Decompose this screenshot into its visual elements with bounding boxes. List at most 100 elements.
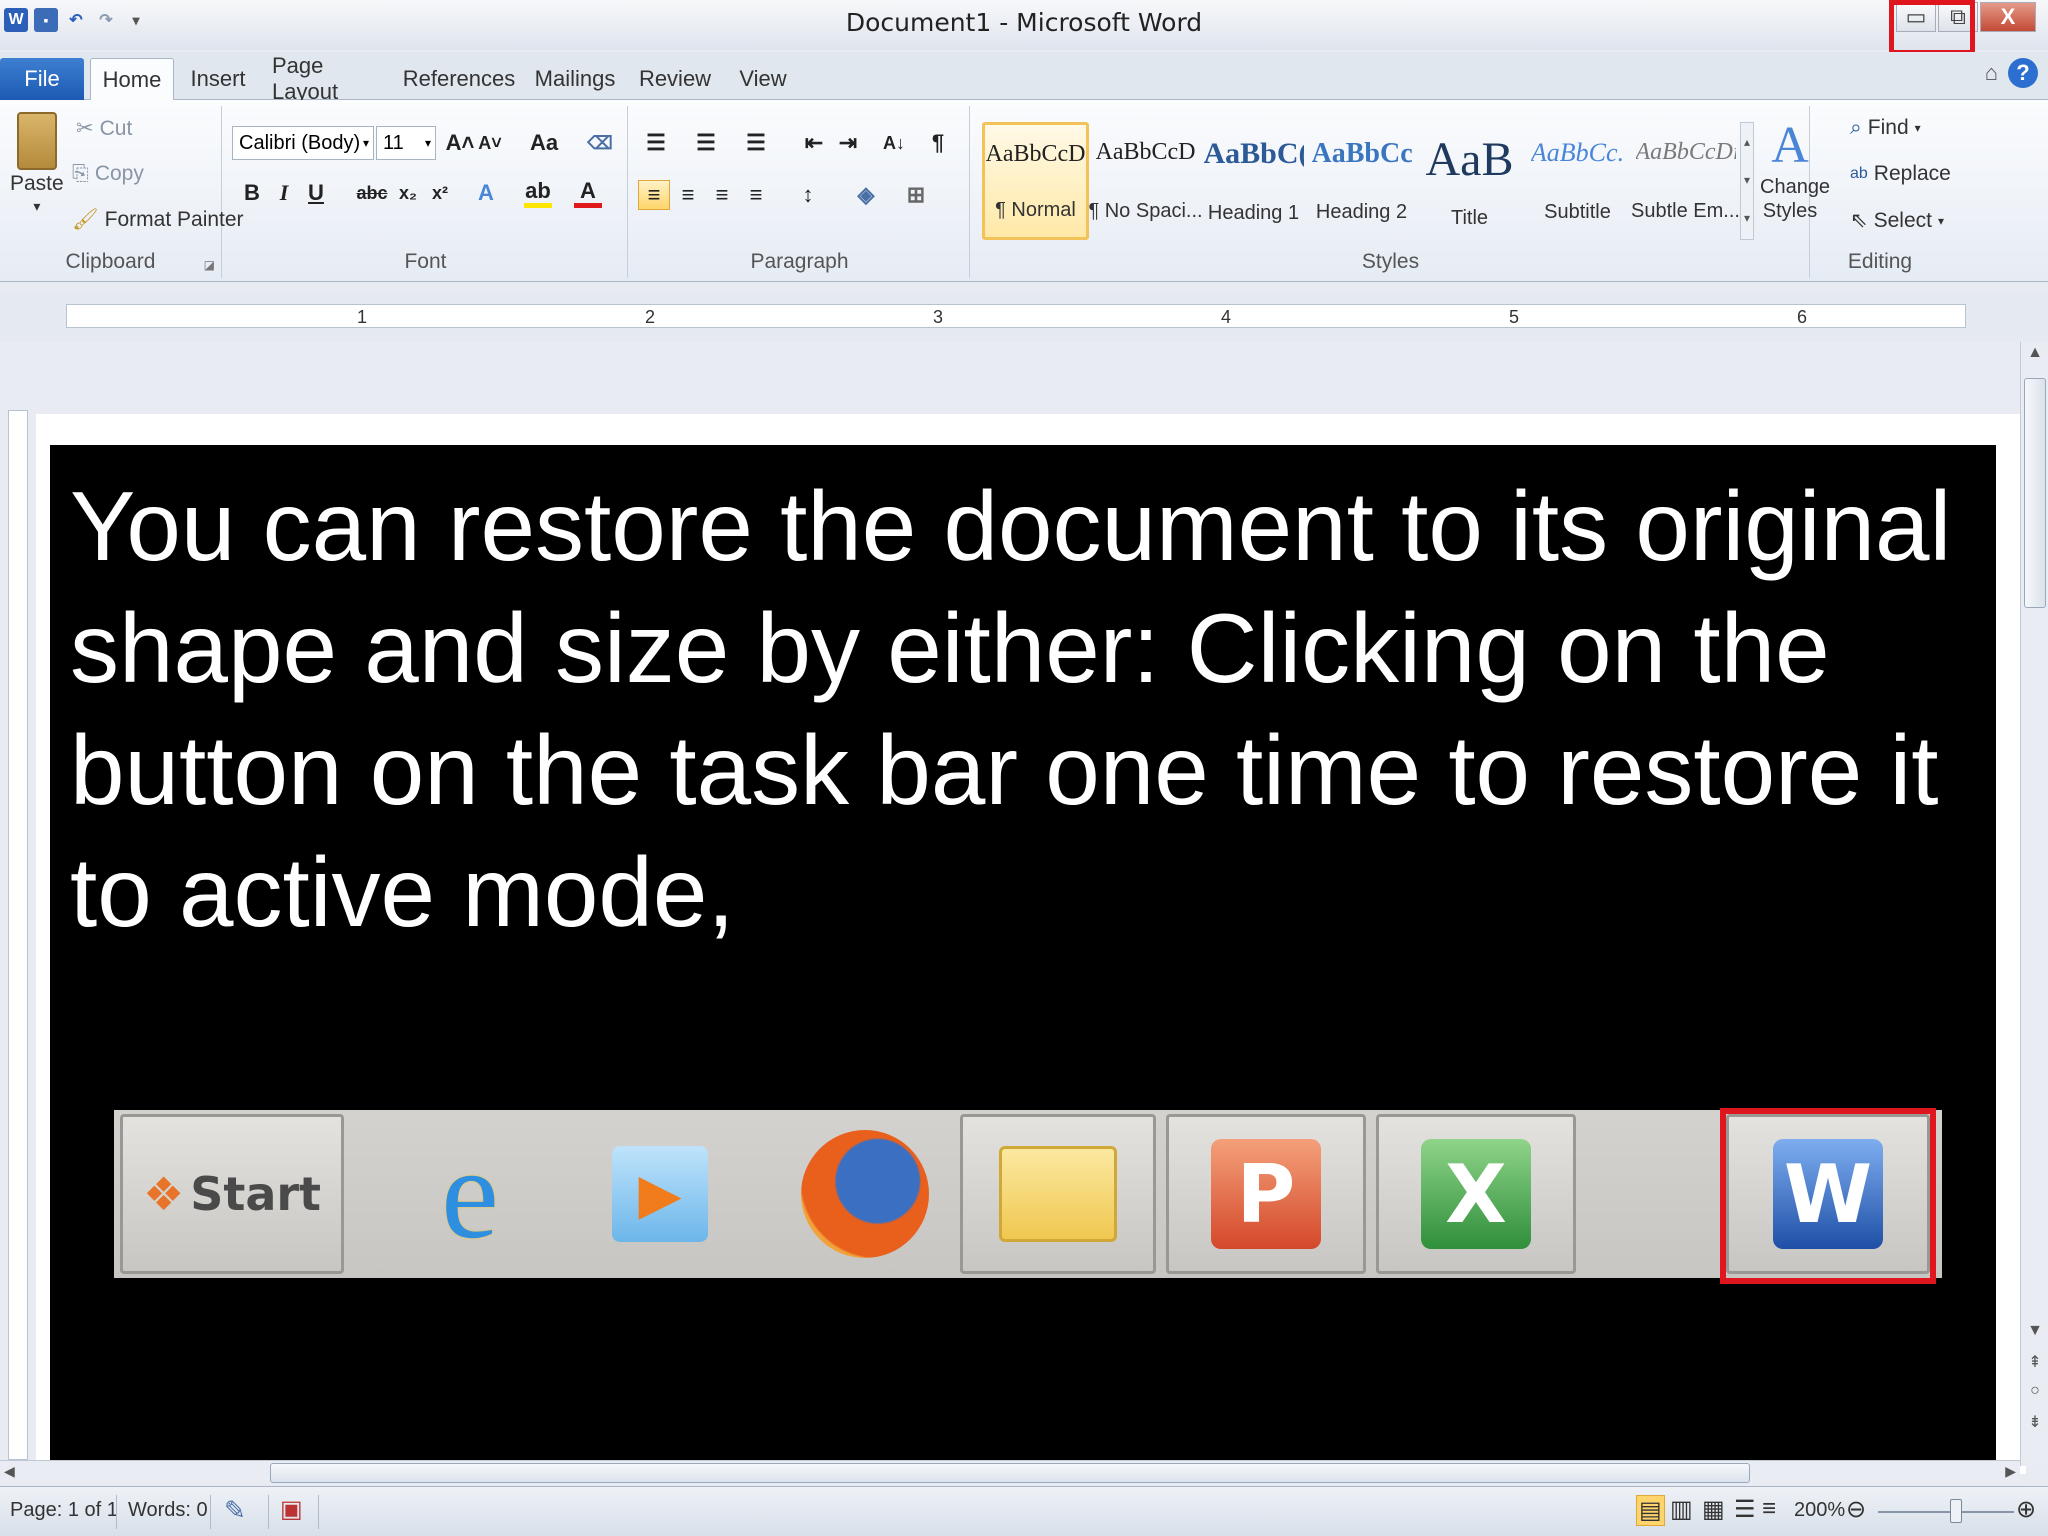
tab-file[interactable]: File — [0, 58, 84, 100]
restore-button-highlight — [1889, 0, 1975, 55]
taskbar-media-player[interactable]: ▶ — [590, 1114, 730, 1274]
close-button[interactable]: X — [1980, 2, 2036, 32]
help-icon[interactable]: ? — [2008, 58, 2038, 88]
justify-icon[interactable]: ≡ — [742, 180, 770, 210]
tab-mailings[interactable]: Mailings — [534, 58, 616, 100]
italic-icon[interactable]: I — [270, 178, 298, 208]
zoom-in-icon[interactable]: ⊕ — [2016, 1495, 2036, 1524]
copy-button[interactable]: ⎘ Copy — [72, 162, 144, 186]
line-spacing-icon[interactable]: ↕ — [794, 180, 822, 210]
change-case-button[interactable]: Aa — [524, 128, 564, 158]
sort-icon[interactable]: A↓ — [880, 128, 908, 158]
paste-button[interactable]: Paste ▾ — [10, 112, 64, 215]
zoom-slider[interactable] — [1878, 1511, 2014, 1513]
underline-icon[interactable]: U — [302, 178, 330, 208]
format-painter-button[interactable]: 🖌 Format Painter — [72, 208, 244, 232]
taskbar-internet-explorer[interactable]: e — [390, 1114, 550, 1274]
highlight-color-icon[interactable]: ab — [524, 178, 552, 208]
outline-view-icon[interactable]: ☰ — [1734, 1495, 1756, 1524]
font-size-combo[interactable]: 11 ▾ — [376, 126, 436, 160]
subscript-icon[interactable]: x₂ — [394, 178, 422, 208]
show-formatting-icon[interactable]: ¶ — [924, 128, 952, 158]
horizontal-scrollbar[interactable]: ◀ ▶ — [0, 1460, 2020, 1484]
style-normal[interactable]: AaBbCcDc ¶ Normal — [982, 122, 1089, 240]
excel-icon: X — [1421, 1139, 1531, 1249]
font-size-value: 11 — [383, 131, 404, 154]
status-divider — [116, 1495, 117, 1529]
bold-icon[interactable]: B — [238, 178, 266, 208]
macro-recording-icon[interactable]: ▣ — [280, 1495, 303, 1524]
scroll-down-icon[interactable]: ▼ — [2021, 1322, 2048, 1340]
taskbar-powerpoint[interactable]: P — [1166, 1114, 1366, 1274]
align-right-icon[interactable]: ≡ — [708, 180, 736, 210]
font-name-combo[interactable]: Calibri (Body) ▾ — [232, 126, 374, 160]
text-effects-icon[interactable]: A — [472, 178, 500, 208]
web-layout-icon[interactable]: ▦ — [1702, 1495, 1725, 1524]
superscript-icon[interactable]: x² — [426, 178, 454, 208]
find-button[interactable]: ⌕ Find ▾ — [1850, 116, 1921, 140]
scroll-up-icon[interactable]: ▲ — [2021, 344, 2048, 362]
select-button[interactable]: ⇖ Select ▾ — [1850, 208, 1944, 233]
draft-view-icon[interactable]: ≡ — [1762, 1495, 1776, 1523]
horizontal-scroll-thumb[interactable] — [270, 1463, 1750, 1483]
shading-icon[interactable]: ◈ — [852, 180, 880, 210]
align-center-icon[interactable]: ≡ — [674, 180, 702, 210]
replace-button[interactable]: ab Replace — [1850, 162, 1951, 186]
start-button[interactable]: ❖ Start — [120, 1114, 344, 1274]
tab-page-layout[interactable]: Page Layout — [272, 53, 384, 104]
dialog-launcher-icon[interactable]: ◪ — [204, 258, 215, 272]
word-count[interactable]: Words: 0 — [128, 1499, 208, 1522]
tab-insert[interactable]: Insert — [186, 58, 250, 100]
tab-view[interactable]: View — [734, 58, 792, 100]
font-color-icon[interactable]: A — [574, 178, 602, 208]
bullets-icon[interactable]: ☰ — [642, 128, 670, 158]
style-heading-2[interactable]: AaBbCc Heading 2 — [1308, 122, 1415, 240]
change-styles-button[interactable]: A Change Styles — [1760, 116, 1830, 223]
scroll-left-icon[interactable]: ◀ — [4, 1463, 15, 1480]
tab-review[interactable]: Review — [639, 58, 711, 100]
numbering-icon[interactable]: ☰ — [692, 128, 720, 158]
multilevel-list-icon[interactable]: ☰ — [742, 128, 770, 158]
style-subtle-emphasis[interactable]: AaBbCcDi Subtle Em... — [1631, 122, 1740, 240]
styles-scroll-arrows[interactable]: ▴ ▾ ▾ — [1740, 122, 1754, 240]
style-name: Heading 1 — [1207, 201, 1300, 224]
clear-formatting-icon[interactable]: ⌫ — [586, 128, 614, 158]
taskbar-excel[interactable]: X — [1376, 1114, 1576, 1274]
strikethrough-icon[interactable]: abc — [356, 178, 387, 208]
zoom-out-icon[interactable]: ⊖ — [1846, 1495, 1866, 1524]
ruler-bar: 1 2 3 4 5 6 — [66, 304, 1966, 328]
style-no-spacing[interactable]: AaBbCcDc ¶ No Spaci... — [1088, 122, 1202, 240]
select-browse-object-icon[interactable]: ○ — [2021, 1382, 2048, 1400]
vertical-scrollbar[interactable]: ▲ ▼ ⇞ ○ ⇟ — [2020, 342, 2048, 1466]
decrease-indent-icon[interactable]: ⇤ — [800, 128, 828, 158]
paintbrush-icon: 🖌 — [72, 208, 99, 231]
scissors-icon: ✂ — [76, 117, 94, 140]
zoom-slider-thumb[interactable] — [1950, 1499, 1962, 1523]
style-subtitle[interactable]: AaBbCc. Subtitle — [1524, 122, 1631, 240]
scroll-right-icon[interactable]: ▶ — [2005, 1463, 2016, 1480]
full-screen-reading-icon[interactable]: ▥ — [1670, 1495, 1693, 1524]
vertical-scroll-thumb[interactable] — [2024, 378, 2046, 608]
next-page-icon[interactable]: ⇟ — [2021, 1412, 2048, 1432]
grow-font-icon[interactable]: A˄ — [446, 128, 475, 158]
tab-references[interactable]: References — [403, 58, 516, 100]
page-count[interactable]: Page: 1 of 1 — [10, 1499, 118, 1522]
tab-home[interactable]: Home — [90, 58, 174, 100]
previous-page-icon[interactable]: ⇞ — [2021, 1352, 2048, 1372]
minimize-ribbon-icon[interactable]: ⌂ — [1985, 60, 1998, 86]
increase-indent-icon[interactable]: ⇥ — [834, 128, 862, 158]
style-title[interactable]: AaB Title — [1416, 122, 1523, 240]
taskbar-windows-explorer[interactable] — [960, 1114, 1156, 1274]
align-left-icon[interactable]: ≡ — [638, 180, 670, 210]
window-title: Document1 - Microsoft Word — [845, 8, 1203, 37]
style-heading-1[interactable]: AaBbC( Heading 1 — [1200, 122, 1307, 240]
zoom-level[interactable]: 200% — [1794, 1499, 1845, 1522]
taskbar-firefox[interactable] — [790, 1114, 940, 1274]
print-layout-view-icon[interactable]: ▤ — [1636, 1495, 1665, 1526]
format-painter-label: Format Painter — [104, 208, 244, 231]
borders-icon[interactable]: ⊞ — [902, 180, 930, 210]
proofing-icon[interactable]: ✎ — [224, 1495, 246, 1526]
cut-button[interactable]: ✂ Cut — [76, 116, 132, 141]
shrink-font-icon[interactable]: A˅ — [476, 128, 504, 158]
styles-group: AaBbCcDc ¶ Normal AaBbCcDc ¶ No Spaci...… — [972, 106, 1830, 278]
